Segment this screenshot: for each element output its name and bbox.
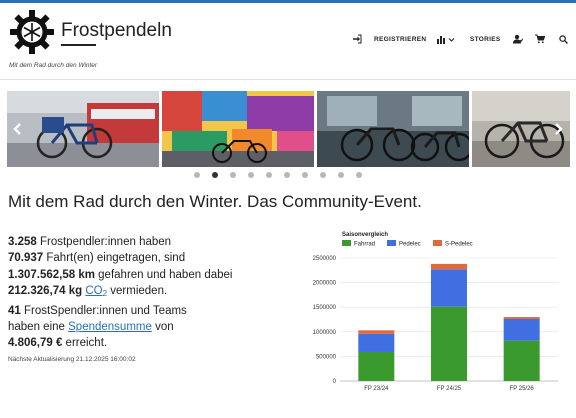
nav-registrieren-label: REGISTRIEREN [374,35,427,43]
bar-2-2 [431,269,467,307]
slider-pagination [194,172,362,178]
stat-km-text: gefahren und haben dabei [94,268,233,281]
arrow-left-icon [13,123,21,135]
stat-trips-value: 70.937 [8,252,44,265]
slider-dot-7[interactable] [302,172,308,178]
slider-dot-3[interactable] [230,172,236,178]
x-tick-label-1: FP 23/24 [364,386,389,392]
site-tagline: Mit dem Rad durch den Winter [9,62,98,69]
stat-commuters-text: Frostpendler:innen haben [36,236,172,248]
bar-3-1 [503,340,540,381]
donation-suffix: erreicht. [62,337,108,350]
frostpendeln-logo[interactable] [9,9,55,55]
arrow-right-icon [555,123,563,135]
nav-statistics-dropdown[interactable] [437,33,455,45]
title-underline [61,44,96,46]
stats-summary: 3.258 Frostpendler:innen haben 70.937 Fa… [8,234,308,352]
stat-co2-value: 212.326,74 kg [8,285,83,298]
legend-swatch-1 [342,240,351,246]
slider-next-arrow[interactable] [551,122,565,136]
slider-dot-4[interactable] [248,172,254,178]
cart-icon [535,34,545,44]
x-tick-label-2: FP 24/25 [437,386,462,392]
slide-bikes-in-front-of-shop[interactable] [317,91,469,167]
nav-stories[interactable]: STORIES [470,33,501,45]
nav-account[interactable] [513,33,523,45]
slider-dot-8[interactable] [320,172,326,178]
page-heading: Mit dem Rad durch den Winter. Das Commun… [8,192,422,211]
slider-dot-6[interactable] [284,172,290,178]
slider-dot-1[interactable] [194,172,200,178]
header-divider [0,79,576,80]
legend-label-1: Fahrrad [354,242,375,248]
y-tick-label-1: 500000 [316,354,337,360]
stat-trips-text: Fahrt(en) eingetragen, sind [43,252,186,265]
top-accent-line [0,0,576,3]
slider-dot-9[interactable] [338,172,344,178]
slide-colorful-mural[interactable] [162,91,314,167]
bar-chart-icon [437,35,445,44]
slider-dot-5[interactable] [266,172,272,178]
legend-swatch-3 [433,240,442,246]
y-tick-label-2: 1000000 [313,330,337,336]
legend-label-2: Pedelec [399,242,421,248]
slide-bike-on-train-platform[interactable] [7,91,159,167]
site-title[interactable]: Frostpendeln [61,20,172,42]
bar-1-1 [358,351,395,381]
stat-teams-text: FrostSpendler:innen und Teams [20,304,187,317]
legend-label-3: S-Pedelec [445,242,473,248]
stat-donation-value: 4.806,79 € [8,337,63,350]
slider-dot-10[interactable] [356,172,362,178]
last-update-text: Nächste Aktualisierung 21.12.2025 16:00:… [8,356,136,363]
slider-prev-arrow[interactable] [11,122,25,136]
y-tick-label-3: 1500000 [313,305,337,311]
user-icon [513,34,523,44]
donation-mid: von [151,321,174,334]
bar-2-1 [431,306,467,381]
y-tick-label-0: 0 [333,379,337,385]
bar-3-3 [503,317,540,320]
y-tick-label-4: 2000000 [313,281,337,287]
donation-link[interactable]: Spendensumme [68,321,152,333]
slider-dot-2[interactable] [212,172,218,178]
nav-registrieren[interactable]: REGISTRIEREN [374,33,426,45]
stat-teams-value: 41 [8,304,21,317]
stat-co2-text: vermieden. [107,285,168,298]
bar-1-2 [358,333,395,352]
donation-prefix: haben eine [8,321,69,334]
nav-login[interactable] [352,33,362,45]
sign-in-icon [353,34,362,44]
legend-swatch-2 [387,240,396,246]
bar-1-3 [358,330,395,334]
bar-3-2 [503,319,540,341]
x-tick-label-3: FP 25/26 [510,386,535,392]
stat-commuters-value: 3.258 [8,236,37,248]
stat-km-value: 1.307.562,58 km [8,268,95,281]
y-tick-label-5: 2500000 [313,256,337,262]
season-comparison-chart: Saisonvergleich Fahrrad Pedelec S-Pedelec 0 5… [313,232,558,392]
chevron-down-icon [448,37,455,42]
nav-search[interactable] [559,33,568,45]
search-icon [559,34,568,44]
bar-2-3 [431,263,467,270]
co2-link-label: CO [85,285,103,298]
nav-cart[interactable] [535,33,545,45]
nav-stories-label: STORIES [470,35,501,43]
chart-title: Saisonvergleich [342,232,388,238]
co2-link[interactable]: CO2 [85,285,107,298]
